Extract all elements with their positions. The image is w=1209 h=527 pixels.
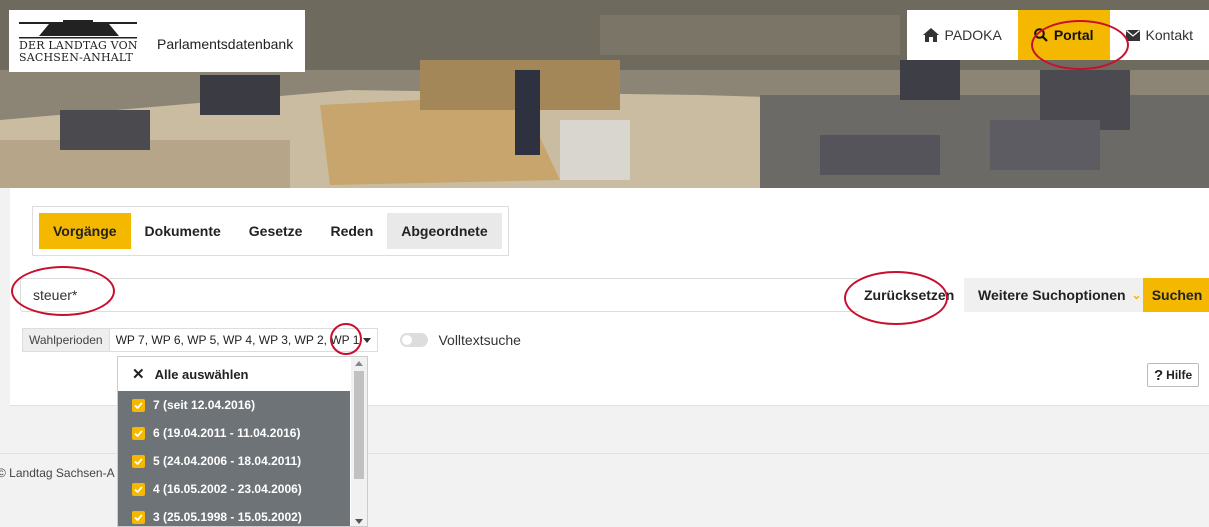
tab-vorgaenge[interactable]: Vorgänge [39, 213, 131, 249]
category-tabs: Vorgänge Dokumente Gesetze Reden Abgeord… [32, 206, 509, 256]
period-select-value: WP 7, WP 6, WP 5, WP 4, WP 3, WP 2, WP 1 [115, 333, 360, 347]
scroll-thumb[interactable] [354, 371, 364, 479]
period-option-label: 5 (24.04.2006 - 18.04.2011) [153, 454, 302, 468]
more-options-label: Weitere Suchoptionen [978, 287, 1126, 303]
period-option-6[interactable]: 6 (19.04.2011 - 11.04.2016) [118, 419, 350, 447]
period-option-label: 3 (25.05.1998 - 15.05.2002) [153, 510, 302, 524]
reset-button[interactable]: Zurücksetzen [858, 278, 961, 312]
checkbox-checked-icon [132, 510, 145, 524]
tab-abgeordnete[interactable]: Abgeordnete [387, 213, 502, 249]
more-options-button[interactable]: Weitere Suchoptionen ⌄ [964, 278, 1156, 312]
search-row: Zurücksetzen Weitere Suchoptionen ⌄ Such… [20, 278, 1209, 312]
site-title: Parlamentsdatenbank [157, 36, 294, 52]
period-option-label: 4 (16.05.2002 - 23.04.2006) [153, 482, 302, 496]
scroll-down-icon[interactable] [355, 519, 363, 524]
period-filter-label: Wahlperioden [22, 328, 110, 352]
nav-padoka[interactable]: PADOKA [907, 10, 1018, 60]
period-option-label: 6 (19.04.2011 - 11.04.2016) [153, 426, 301, 440]
close-icon: ✕ [132, 366, 145, 383]
period-option-5[interactable]: 5 (24.04.2006 - 18.04.2011) [118, 447, 350, 475]
top-navigation: PADOKA Portal Kontakt [906, 10, 1209, 60]
scroll-up-icon[interactable] [355, 361, 363, 366]
nav-kontakt[interactable]: Kontakt [1110, 10, 1209, 60]
question-icon: ? [1154, 366, 1164, 384]
period-filter-row: Wahlperioden WP 7, WP 6, WP 5, WP 4, WP … [22, 328, 521, 352]
select-all-label: Alle auswählen [154, 366, 249, 382]
nav-portal-label: Portal [1053, 27, 1094, 43]
fulltext-label: Volltextsuche [438, 332, 521, 348]
search-input[interactable] [20, 278, 952, 312]
period-select[interactable]: WP 7, WP 6, WP 5, WP 4, WP 3, WP 2, WP 1 [109, 328, 379, 352]
checkbox-checked-icon [132, 454, 145, 468]
tab-gesetze[interactable]: Gesetze [235, 213, 317, 249]
select-all-option[interactable]: ✕ Alle auswählen [118, 357, 352, 391]
nav-portal[interactable]: Portal [1017, 10, 1110, 60]
chevron-down-icon: ⌄ [1131, 288, 1142, 302]
search-button[interactable]: Suchen [1143, 278, 1209, 312]
dropdown-scrollbar[interactable] [351, 357, 367, 526]
period-dropdown: ✕ Alle auswählen 7 (seit 12.04.2016) 6 (… [117, 356, 368, 527]
help-label: Hilfe [1166, 368, 1193, 382]
help-button[interactable]: ? Hilfe [1147, 363, 1200, 387]
nav-padoka-label: PADOKA [944, 27, 1002, 43]
period-option-7[interactable]: 7 (seit 12.04.2016) [118, 391, 350, 419]
period-option-label: 7 (seit 12.04.2016) [153, 398, 256, 412]
period-option-3[interactable]: 3 (25.05.1998 - 15.05.2002) [118, 503, 350, 526]
caret-down-icon [363, 337, 372, 343]
checkbox-checked-icon [132, 398, 145, 412]
home-icon [922, 28, 939, 42]
header-banner: DER LANDTAG VON SACHSEN-ANHALT Parlament… [0, 0, 1209, 188]
envelope-icon [1125, 29, 1140, 41]
search-icon [1034, 28, 1048, 42]
fulltext-toggle[interactable] [400, 333, 429, 347]
period-option-4[interactable]: 4 (16.05.2002 - 23.04.2006) [118, 475, 350, 503]
tab-reden[interactable]: Reden [316, 213, 387, 249]
checkbox-checked-icon [132, 482, 145, 496]
checkbox-checked-icon [132, 426, 145, 440]
logo-text-line2: SACHSEN-ANHALT [19, 51, 134, 64]
nav-kontakt-label: Kontakt [1145, 27, 1193, 43]
footer-copyright: © Landtag Sachsen-A [0, 466, 115, 480]
logo-area[interactable]: DER LANDTAG VON SACHSEN-ANHALT Parlament… [9, 10, 305, 72]
tab-dokumente[interactable]: Dokumente [131, 213, 235, 249]
